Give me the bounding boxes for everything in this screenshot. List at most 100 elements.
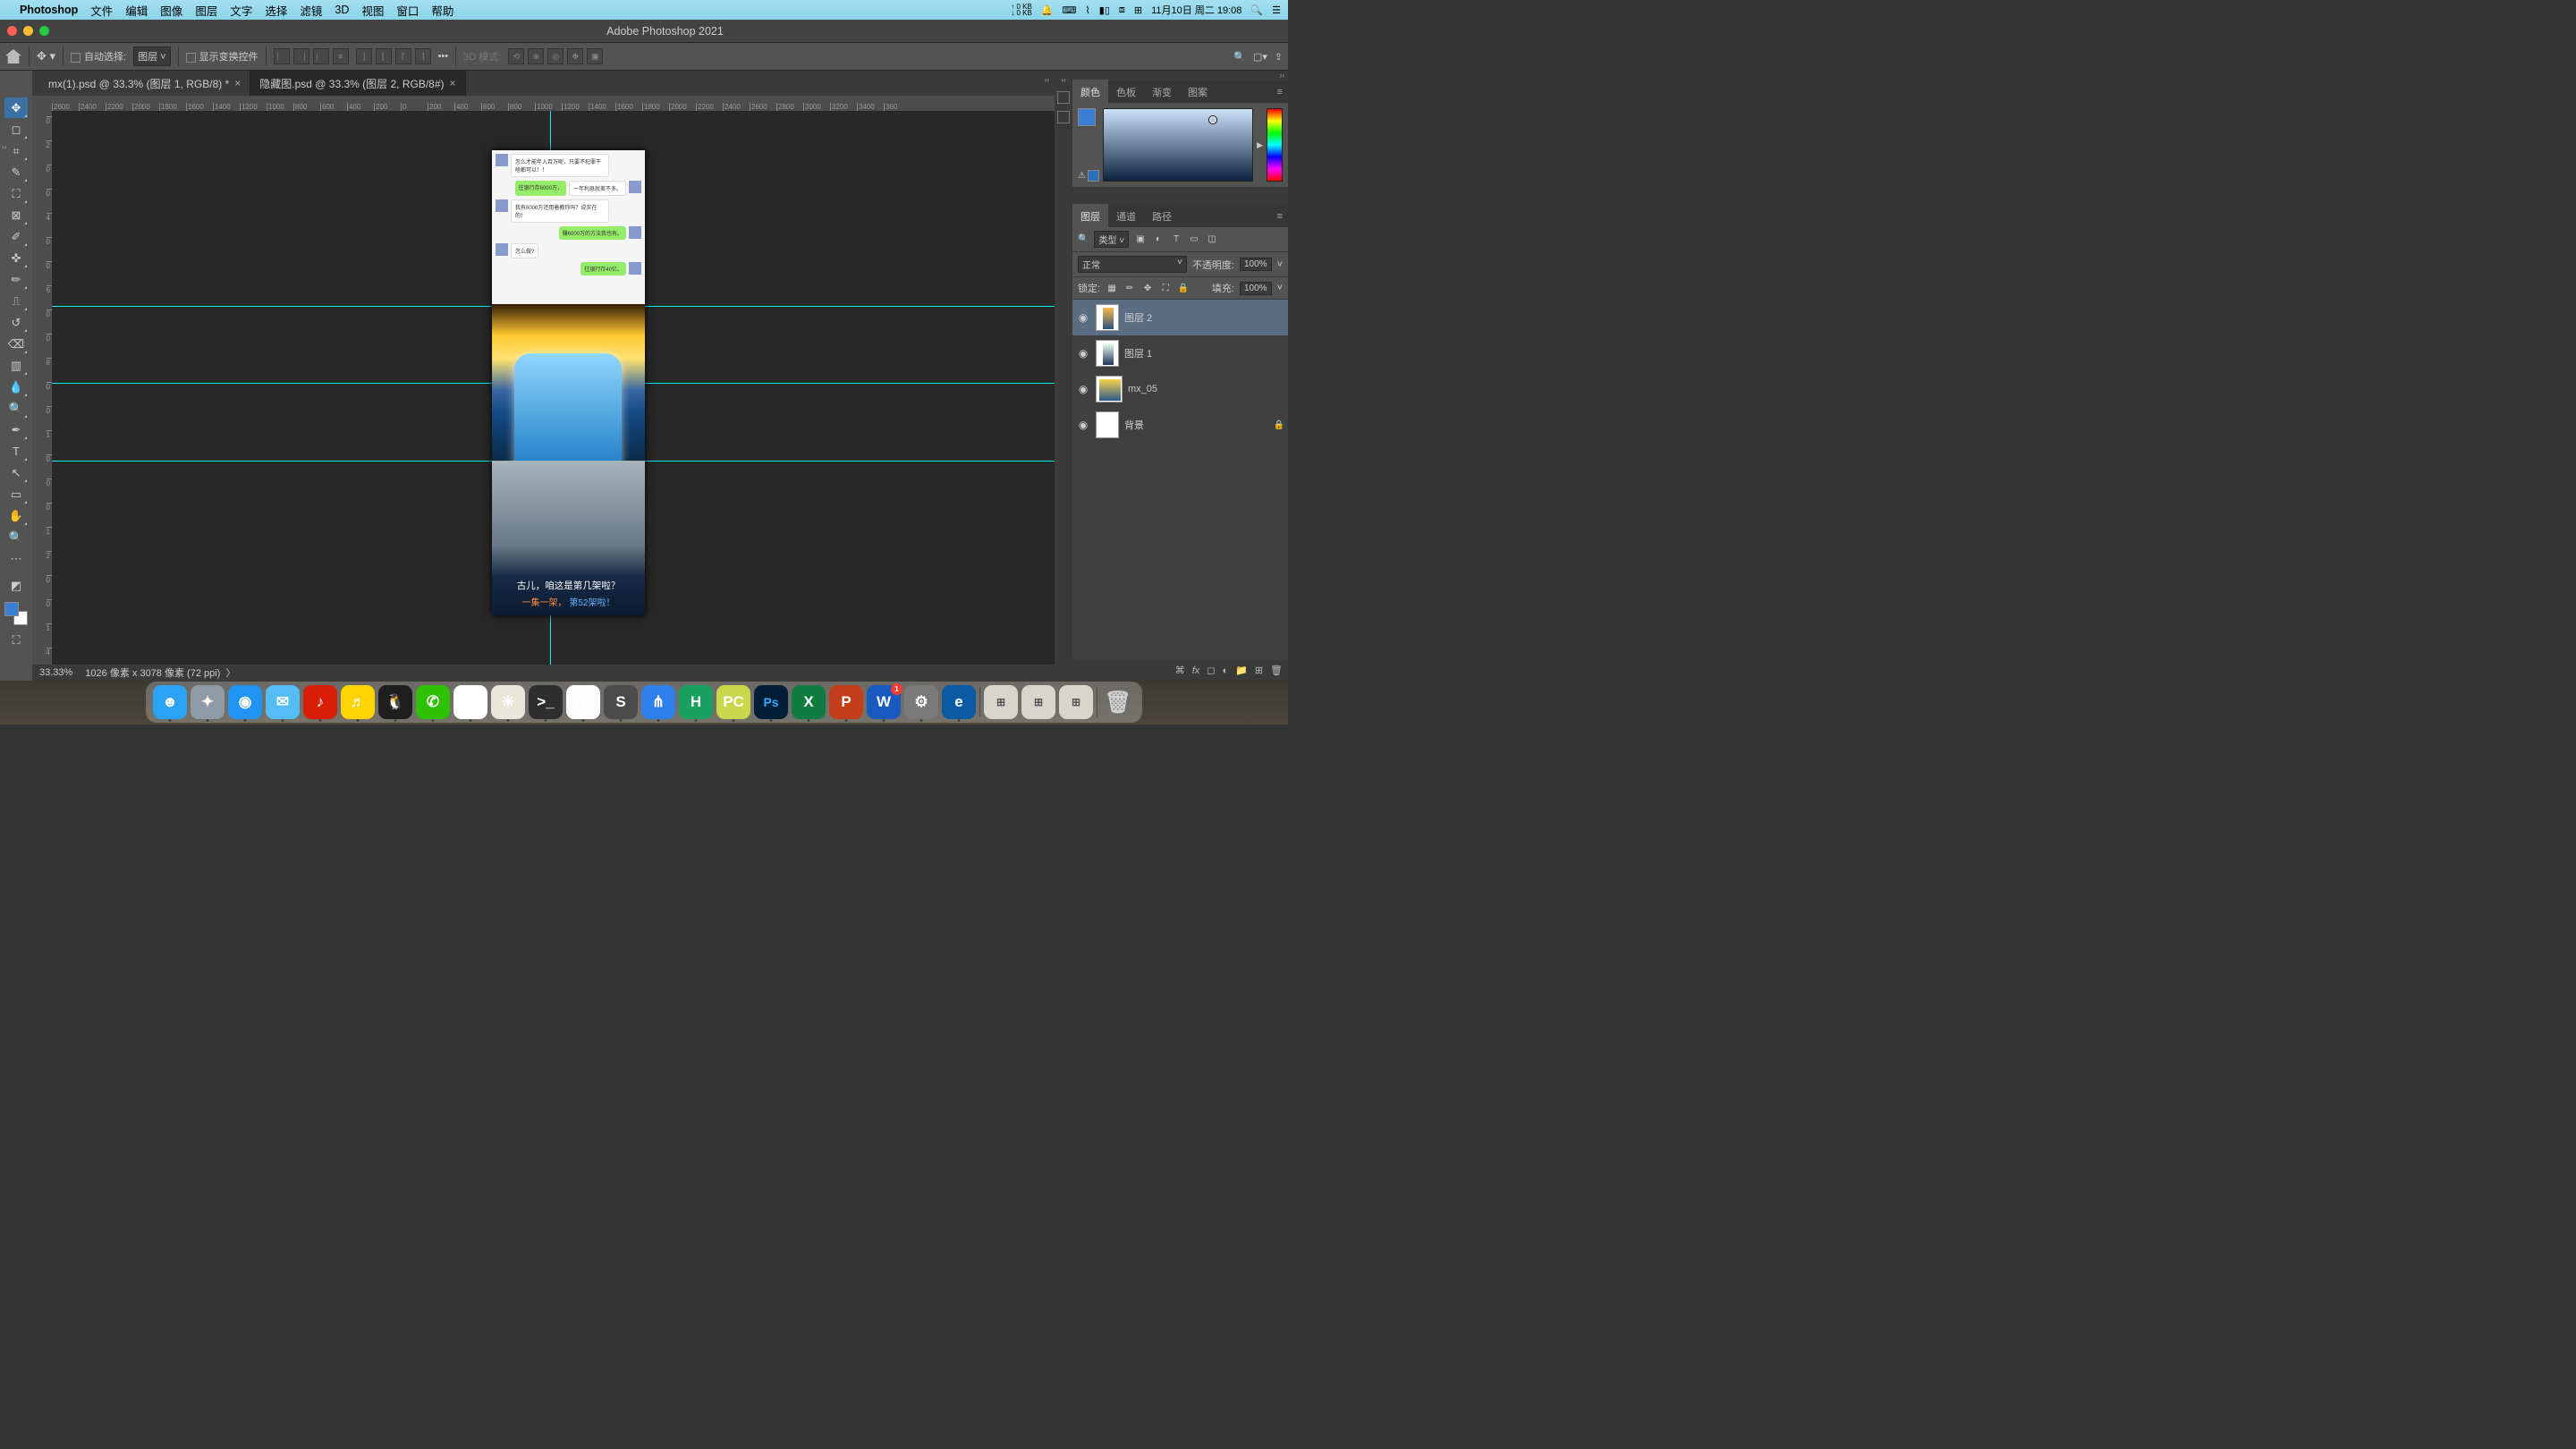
opacity-input[interactable]: 100% [1240, 258, 1272, 271]
dock-app-word[interactable]: W1 [867, 685, 901, 719]
layer-row[interactable]: ◉ 图层 1 [1072, 335, 1288, 371]
hand-tool[interactable]: ✋ [4, 505, 28, 526]
dock-app-preferences[interactable]: ⚙ [904, 685, 938, 719]
lock-all-icon[interactable]: 🔒 [1177, 282, 1190, 294]
foreground-swatch[interactable] [1078, 108, 1096, 126]
crop-tool[interactable]: ⛶ [4, 183, 28, 204]
filter-adjust-icon[interactable]: ◐ [1152, 233, 1165, 246]
eyedropper-tool[interactable]: ✐ [4, 226, 28, 247]
dock-app-chrome[interactable]: ◐ [453, 685, 487, 719]
mask-icon[interactable]: ◻ [1207, 665, 1215, 676]
dock-app-photoshop[interactable]: Ps [754, 685, 788, 719]
tab-swatches[interactable]: 色板 [1108, 80, 1144, 105]
lasso-tool[interactable]: ⌗ [4, 140, 28, 161]
auto-select-target[interactable]: 图层 ˅ [133, 47, 170, 66]
edit-toolbar[interactable]: ⋯ [4, 548, 28, 569]
filter-type-icon[interactable]: T [1170, 233, 1182, 246]
dock-app-vscode[interactable]: ⋔ [641, 685, 675, 719]
close-tab-icon[interactable]: × [450, 77, 456, 89]
filter-smart-icon[interactable]: ◫ [1206, 233, 1218, 246]
lock-pixels-icon[interactable]: ▦ [1106, 282, 1118, 294]
auto-select-checkbox[interactable]: 自动选择: [71, 49, 126, 64]
layer-name[interactable]: 背景 [1124, 418, 1144, 432]
blur-tool[interactable]: 💧 [4, 377, 28, 397]
heal-tool[interactable]: ✜ [4, 248, 28, 268]
hue-slider[interactable] [1267, 108, 1283, 182]
align-dist-icon[interactable]: ⌉ [415, 48, 431, 64]
layer-row[interactable]: ◉ mx_05 [1072, 371, 1288, 407]
link-layers-icon[interactable]: ⌘ [1175, 665, 1185, 676]
lock-position-icon[interactable]: ✥ [1141, 282, 1154, 294]
tab-paths[interactable]: 路径 [1144, 204, 1180, 229]
ruler-horizontal[interactable]: 2600240022002000180016001400120010008006… [32, 96, 1055, 111]
menu-window[interactable]: 窗口 [396, 2, 419, 19]
filter-toggle[interactable] [1275, 233, 1283, 246]
doc-tab-2[interactable]: 隐藏图.psd @ 33.3% (图层 2, RGB/8#)× [250, 71, 465, 96]
window-minimize[interactable] [23, 26, 33, 36]
quick-mask[interactable]: ◩ [4, 575, 28, 596]
visibility-icon[interactable]: ◉ [1076, 347, 1090, 360]
dock-minimized-0[interactable]: ⊞ [984, 685, 1018, 719]
menu-3d[interactable]: 3D [335, 4, 349, 16]
tab-gradient[interactable]: 渐变 [1144, 80, 1180, 105]
tab-pattern[interactable]: 图案 [1180, 80, 1216, 105]
menu-filter[interactable]: 滤镜 [300, 2, 322, 19]
dock-item-2[interactable] [1057, 111, 1070, 123]
layer-thumb[interactable] [1096, 340, 1119, 367]
tab-color[interactable]: 颜色 [1072, 80, 1108, 105]
visibility-icon[interactable]: ◉ [1076, 311, 1090, 324]
menu-view[interactable]: 视图 [361, 2, 384, 19]
filter-shape-icon[interactable]: ▭ [1188, 233, 1200, 246]
history-brush-tool[interactable]: ↺ [4, 312, 28, 333]
shape-tool[interactable]: ▭ [4, 484, 28, 504]
layer-filter-type[interactable]: 类型 ˅ [1094, 231, 1129, 248]
move-tool[interactable]: ✥ [4, 97, 28, 118]
dock-app-safari[interactable]: ◉ [228, 685, 262, 719]
app-name[interactable]: Photoshop [20, 4, 78, 16]
blend-mode-select[interactable]: 正常˅ [1078, 256, 1187, 273]
close-tab-icon[interactable]: × [234, 77, 241, 89]
filter-image-icon[interactable]: ▣ [1134, 233, 1147, 246]
layer-thumb[interactable] [1096, 376, 1123, 402]
gradient-tool[interactable]: ▥ [4, 355, 28, 376]
move-tool-icon[interactable]: ✥ ▾ [37, 49, 55, 64]
align-center-v-icon[interactable]: ⌊ [376, 48, 392, 64]
spotlight-icon[interactable]: 🔍 [1250, 4, 1263, 16]
window-close[interactable] [7, 26, 17, 36]
workspace-icon[interactable]: ▢▾ [1253, 51, 1267, 63]
panel-menu-icon[interactable]: ≡ [1272, 87, 1288, 97]
control-center-icon[interactable]: ☰ [1272, 4, 1281, 16]
dock-item-1[interactable] [1057, 91, 1070, 104]
zoom-level[interactable]: 33.33% [39, 667, 72, 678]
align-center-h-icon[interactable]: ⎹ [293, 48, 309, 64]
dock-minimized-1[interactable]: ⊞ [1021, 685, 1055, 719]
screen-mode[interactable]: ⛶ [4, 630, 28, 650]
ruler-vertical[interactable]: 02004006008001000120014 [32, 111, 52, 681]
zoom-tool[interactable]: 🔍 [4, 527, 28, 547]
brush-tool[interactable]: ✏ [4, 269, 28, 290]
tab-layers[interactable]: 图层 [1072, 204, 1108, 229]
show-transform-checkbox[interactable]: 显示变换控件 [186, 49, 258, 64]
align-top-icon[interactable]: ⌋ [356, 48, 372, 64]
battery-icon[interactable]: ▮▯ [1099, 4, 1110, 16]
dock-app-excel[interactable]: X [792, 685, 826, 719]
dock-app-qqmusic[interactable]: ♬ [341, 685, 375, 719]
align-left-icon[interactable]: ⎸ [274, 48, 290, 64]
nearest-swatch[interactable] [1088, 170, 1099, 182]
color-swatches[interactable] [4, 602, 28, 625]
menu-image[interactable]: 图像 [160, 2, 182, 19]
dock-app-launchpad[interactable]: ✦ [191, 685, 225, 719]
lock-paint-icon[interactable]: ✏ [1123, 282, 1136, 294]
stamp-tool[interactable]: ⎍ [4, 291, 28, 311]
window-maximize[interactable] [39, 26, 49, 36]
dock-app-textedit[interactable]: T [566, 685, 600, 719]
dock-minimized-2[interactable]: ⊞ [1059, 685, 1093, 719]
dock-app-weather[interactable]: ☀ [491, 685, 525, 719]
dock-trash[interactable]: 🗑 [1101, 685, 1135, 719]
align-stretch-icon[interactable]: ≡ [333, 48, 349, 64]
lock-artboard-icon[interactable]: ⛶ [1159, 282, 1172, 294]
layer-row[interactable]: ◉ 图层 2 [1072, 300, 1288, 335]
fx-icon[interactable]: fx [1192, 665, 1200, 676]
menu-layer[interactable]: 图层 [195, 2, 217, 19]
dock-app-qq[interactable]: 🐧 [378, 685, 412, 719]
